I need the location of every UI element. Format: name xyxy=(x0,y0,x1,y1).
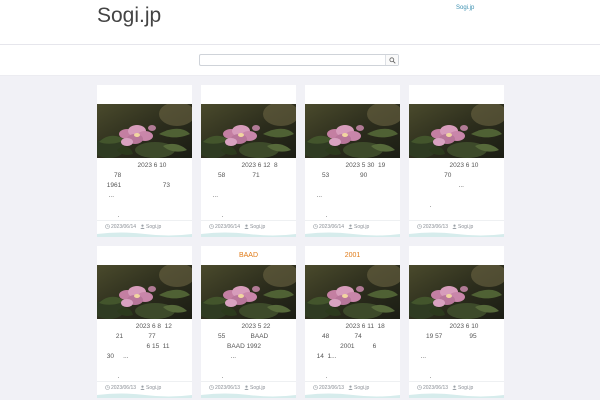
clock-icon xyxy=(209,385,214,390)
card-meta: 2023/06/13 Sogi.jp xyxy=(305,381,400,391)
user-icon xyxy=(452,385,457,391)
post-date: 2023/06/13 xyxy=(319,385,345,391)
search-input[interactable] xyxy=(200,55,386,65)
header-nav-link[interactable]: Sogi.jp xyxy=(456,5,474,11)
card-excerpt: 2023 6 10 19 57 95 ... . xyxy=(420,323,479,380)
flower-thumbnail[interactable] xyxy=(409,265,504,319)
card-wave-decoration xyxy=(97,393,192,398)
user-icon xyxy=(140,224,145,230)
search-button[interactable] xyxy=(385,55,398,65)
post-card[interactable]: 2023 6 10 70 ... . 2023/06/13 Sogi.jp xyxy=(409,85,504,237)
post-author[interactable]: Sogi.jp xyxy=(146,385,161,391)
card-meta: 2023/06/14 Sogi.jp xyxy=(201,220,296,230)
card-meta: 2023/06/13 Sogi.jp xyxy=(409,220,504,230)
flower-thumbnail[interactable] xyxy=(409,104,504,158)
post-card[interactable]: 2023 6 10 78 1961 73 ... . 2023/06/14 So… xyxy=(97,85,192,237)
post-card[interactable]: 2023 6 8 12 21 77 6 15 11 30 ... . 2023/… xyxy=(97,246,192,398)
clock-icon xyxy=(313,385,318,390)
post-card[interactable]: 2023 5 30 19 53 90 ... . 2023/06/14 Sogi… xyxy=(305,85,400,237)
card-excerpt: 2023 6 10 70 ... . xyxy=(429,162,479,209)
card-excerpt: 2023 6 11 18 48 74 2001 6 14 1... . xyxy=(316,323,385,380)
post-card[interactable]: BAAD 2023 5 22 55 BAAD BAAD 1992 ... . 2… xyxy=(201,246,296,398)
flower-thumbnail[interactable] xyxy=(201,104,296,158)
card-title[interactable] xyxy=(201,85,296,104)
clock-icon xyxy=(417,385,422,390)
user-icon xyxy=(244,385,249,391)
user-icon xyxy=(452,224,457,230)
post-card[interactable]: 2001 2023 6 11 18 48 74 2001 6 14 1... .… xyxy=(305,246,400,398)
card-wave-decoration xyxy=(409,393,504,398)
post-date: 2023/06/13 xyxy=(423,224,449,230)
post-author[interactable]: Sogi.jp xyxy=(146,224,161,230)
card-excerpt: 2023 5 22 55 BAAD BAAD 1992 ... . xyxy=(218,323,271,380)
card-title[interactable] xyxy=(409,85,504,104)
flower-thumbnail[interactable] xyxy=(201,265,296,319)
search-form xyxy=(199,54,399,66)
post-date: 2023/06/14 xyxy=(215,224,241,230)
card-wave-decoration xyxy=(409,232,504,237)
post-card[interactable]: 2023 6 10 19 57 95 ... . 2023/06/13 Sogi… xyxy=(409,246,504,398)
card-title[interactable] xyxy=(97,246,192,265)
card-wave-decoration xyxy=(97,232,192,237)
post-date: 2023/06/14 xyxy=(319,224,345,230)
search-icon xyxy=(388,56,396,64)
card-excerpt: 2023 6 10 78 1961 73 ... . xyxy=(106,162,171,219)
post-date: 2023/06/14 xyxy=(111,224,137,230)
flower-thumbnail[interactable] xyxy=(305,104,400,158)
card-title[interactable]: 2001 xyxy=(305,246,400,265)
post-date: 2023/06/13 xyxy=(111,385,137,391)
post-date: 2023/06/13 xyxy=(215,385,241,391)
clock-icon xyxy=(209,224,214,229)
card-excerpt: 2023 6 8 12 21 77 6 15 11 30 ... . xyxy=(106,323,172,380)
post-author[interactable]: Sogi.jp xyxy=(250,224,265,230)
card-excerpt: 2023 6 12 8 58 71 ... . xyxy=(212,162,278,219)
card-meta: 2023/06/13 Sogi.jp xyxy=(97,381,192,391)
flower-thumbnail[interactable] xyxy=(97,265,192,319)
post-author[interactable]: Sogi.jp xyxy=(250,385,265,391)
post-author[interactable]: Sogi.jp xyxy=(458,385,473,391)
post-author[interactable]: Sogi.jp xyxy=(354,224,369,230)
site-header: Sogi.jp Sogi.jp xyxy=(0,0,600,45)
card-excerpt: 2023 5 30 19 53 90 ... . xyxy=(316,162,386,219)
user-icon xyxy=(348,224,353,230)
card-wave-decoration xyxy=(201,232,296,237)
card-meta: 2023/06/13 Sogi.jp xyxy=(409,381,504,391)
card-wave-decoration xyxy=(305,393,400,398)
card-wave-decoration xyxy=(201,393,296,398)
card-title[interactable] xyxy=(305,85,400,104)
card-title[interactable] xyxy=(97,85,192,104)
flower-thumbnail[interactable] xyxy=(305,265,400,319)
post-author[interactable]: Sogi.jp xyxy=(354,385,369,391)
card-title[interactable] xyxy=(409,246,504,265)
user-icon xyxy=(348,385,353,391)
user-icon xyxy=(140,385,145,391)
card-meta: 2023/06/13 Sogi.jp xyxy=(201,381,296,391)
flower-thumbnail[interactable] xyxy=(97,104,192,158)
post-author[interactable]: Sogi.jp xyxy=(458,224,473,230)
clock-icon xyxy=(313,224,318,229)
user-icon xyxy=(244,224,249,230)
card-title[interactable]: BAAD xyxy=(201,246,296,265)
clock-icon xyxy=(105,224,110,229)
clock-icon xyxy=(417,224,422,229)
site-title[interactable]: Sogi.jp xyxy=(97,4,161,28)
post-card[interactable]: 2023 6 12 8 58 71 ... . 2023/06/14 Sogi.… xyxy=(201,85,296,237)
card-meta: 2023/06/14 Sogi.jp xyxy=(305,220,400,230)
card-meta: 2023/06/14 Sogi.jp xyxy=(97,220,192,230)
card-wave-decoration xyxy=(305,232,400,237)
search-band xyxy=(0,45,600,76)
clock-icon xyxy=(105,385,110,390)
post-date: 2023/06/13 xyxy=(423,385,449,391)
